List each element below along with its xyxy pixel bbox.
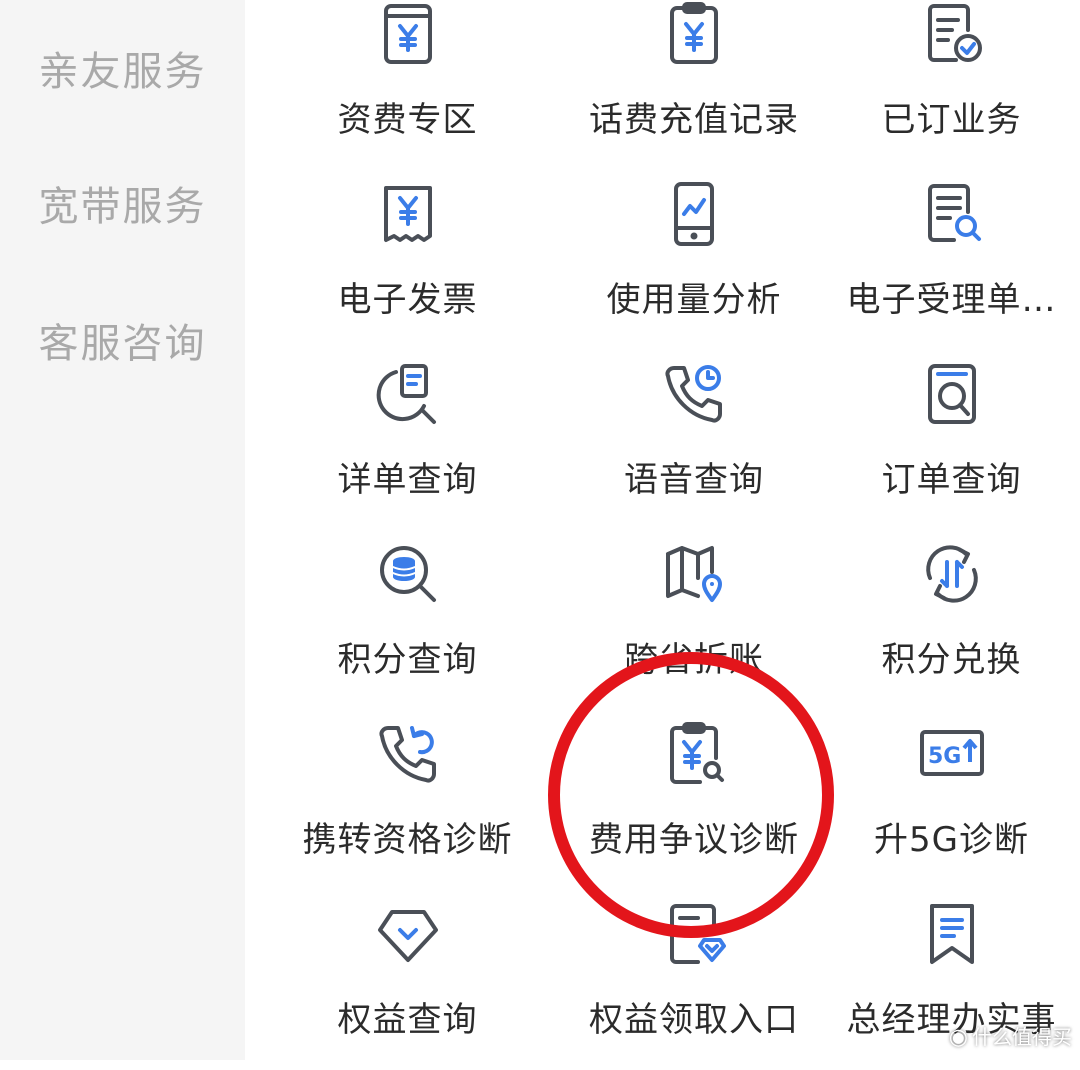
service-label: 电子受理单… bbox=[846, 280, 1057, 320]
watermark: ◉ 什么值得买 bbox=[949, 1021, 1072, 1050]
bookmark-icon bbox=[916, 898, 988, 970]
service-benefits-claim[interactable]: 权益领取入口 bbox=[565, 890, 823, 1070]
service-portability-diagnosis[interactable]: 携转资格诊断 bbox=[250, 710, 565, 890]
service-label: 积分兑换 bbox=[881, 640, 1022, 680]
service-tariff-zone[interactable]: 资费专区 bbox=[250, 0, 565, 170]
document-search-icon bbox=[916, 178, 988, 250]
service-label: 话费充值记录 bbox=[589, 100, 799, 140]
service-usage-analysis[interactable]: 使用量分析 bbox=[565, 170, 823, 350]
phone-clock-icon bbox=[658, 358, 730, 430]
service-label: 已订业务 bbox=[881, 100, 1022, 140]
service-detail-query[interactable]: 详单查询 bbox=[250, 350, 565, 530]
document-check-icon bbox=[916, 0, 988, 70]
service-label: 积分查询 bbox=[337, 640, 478, 680]
sidebar-item-label: 客服咨询 bbox=[38, 321, 207, 367]
service-label: 电子发票 bbox=[337, 280, 478, 320]
yuan-receipt-icon bbox=[372, 178, 444, 250]
sidebar-item-label: 亲友服务 bbox=[38, 49, 207, 95]
service-label: 详单查询 bbox=[337, 460, 478, 500]
yuan-clipboard-icon bbox=[658, 0, 730, 70]
5g-up-icon: 5G bbox=[916, 718, 988, 790]
service-label: 升5G诊断 bbox=[874, 820, 1029, 860]
service-benefits-query[interactable]: 权益查询 bbox=[250, 890, 565, 1070]
phone-chart-icon bbox=[658, 178, 730, 250]
5g-text: 5G bbox=[928, 744, 961, 769]
sidebar-item-broadband-service[interactable]: 宽带服务 bbox=[0, 163, 245, 243]
watermark-logo-icon: ◉ bbox=[948, 1025, 968, 1050]
service-voice-query[interactable]: 语音查询 bbox=[565, 350, 823, 530]
service-fee-dispute-diagnosis[interactable]: 费用争议诊断 bbox=[565, 710, 823, 890]
order-search-icon bbox=[916, 358, 988, 430]
service-label: 使用量分析 bbox=[606, 280, 782, 320]
sidebar: 亲友服务 宽带服务 客服咨询 bbox=[0, 0, 245, 1060]
yuan-clipboard-search-icon bbox=[658, 718, 730, 790]
yuan-book-icon bbox=[372, 0, 444, 70]
card-diamond-icon bbox=[658, 898, 730, 970]
service-recharge-records[interactable]: 话费充值记录 bbox=[565, 0, 823, 170]
sidebar-item-family-service[interactable]: 亲友服务 bbox=[0, 28, 245, 108]
map-pin-icon bbox=[658, 538, 730, 610]
service-points-exchange[interactable]: 积分兑换 bbox=[823, 530, 1080, 710]
coins-search-icon bbox=[372, 538, 444, 610]
watermark-text: 什么值得买 bbox=[972, 1025, 1072, 1049]
service-order-query[interactable]: 订单查询 bbox=[823, 350, 1080, 530]
exchange-cycle-icon bbox=[916, 538, 988, 610]
service-label: 费用争议诊断 bbox=[589, 820, 799, 860]
service-label: 语音查询 bbox=[624, 460, 764, 500]
service-e-acceptance-form[interactable]: 电子受理单… bbox=[823, 170, 1080, 350]
service-label: 跨省拆账 bbox=[624, 640, 764, 680]
service-label: 携转资格诊断 bbox=[302, 820, 513, 860]
service-5g-upgrade-diagnosis[interactable]: 5G 升5G诊断 bbox=[823, 710, 1080, 890]
diamond-icon bbox=[372, 898, 444, 970]
service-cross-province[interactable]: 跨省拆账 bbox=[565, 530, 823, 710]
phone-return-icon bbox=[372, 718, 444, 790]
service-label: 权益领取入口 bbox=[589, 1000, 799, 1040]
service-points-query[interactable]: 积分查询 bbox=[250, 530, 565, 710]
service-label: 订单查询 bbox=[881, 460, 1022, 500]
sidebar-item-customer-service[interactable]: 客服咨询 bbox=[0, 300, 245, 380]
service-e-invoice[interactable]: 电子发票 bbox=[250, 170, 565, 350]
list-search-icon bbox=[372, 358, 444, 430]
service-grid: 资费专区 话费充值记录 已订业务 电子发票 使用量分析 电子受理单… 详单查询 … bbox=[250, 0, 1080, 1050]
service-label: 权益查询 bbox=[337, 1000, 478, 1040]
sidebar-item-label: 宽带服务 bbox=[38, 184, 207, 230]
service-subscribed[interactable]: 已订业务 bbox=[823, 0, 1080, 170]
service-label: 资费专区 bbox=[337, 100, 478, 140]
